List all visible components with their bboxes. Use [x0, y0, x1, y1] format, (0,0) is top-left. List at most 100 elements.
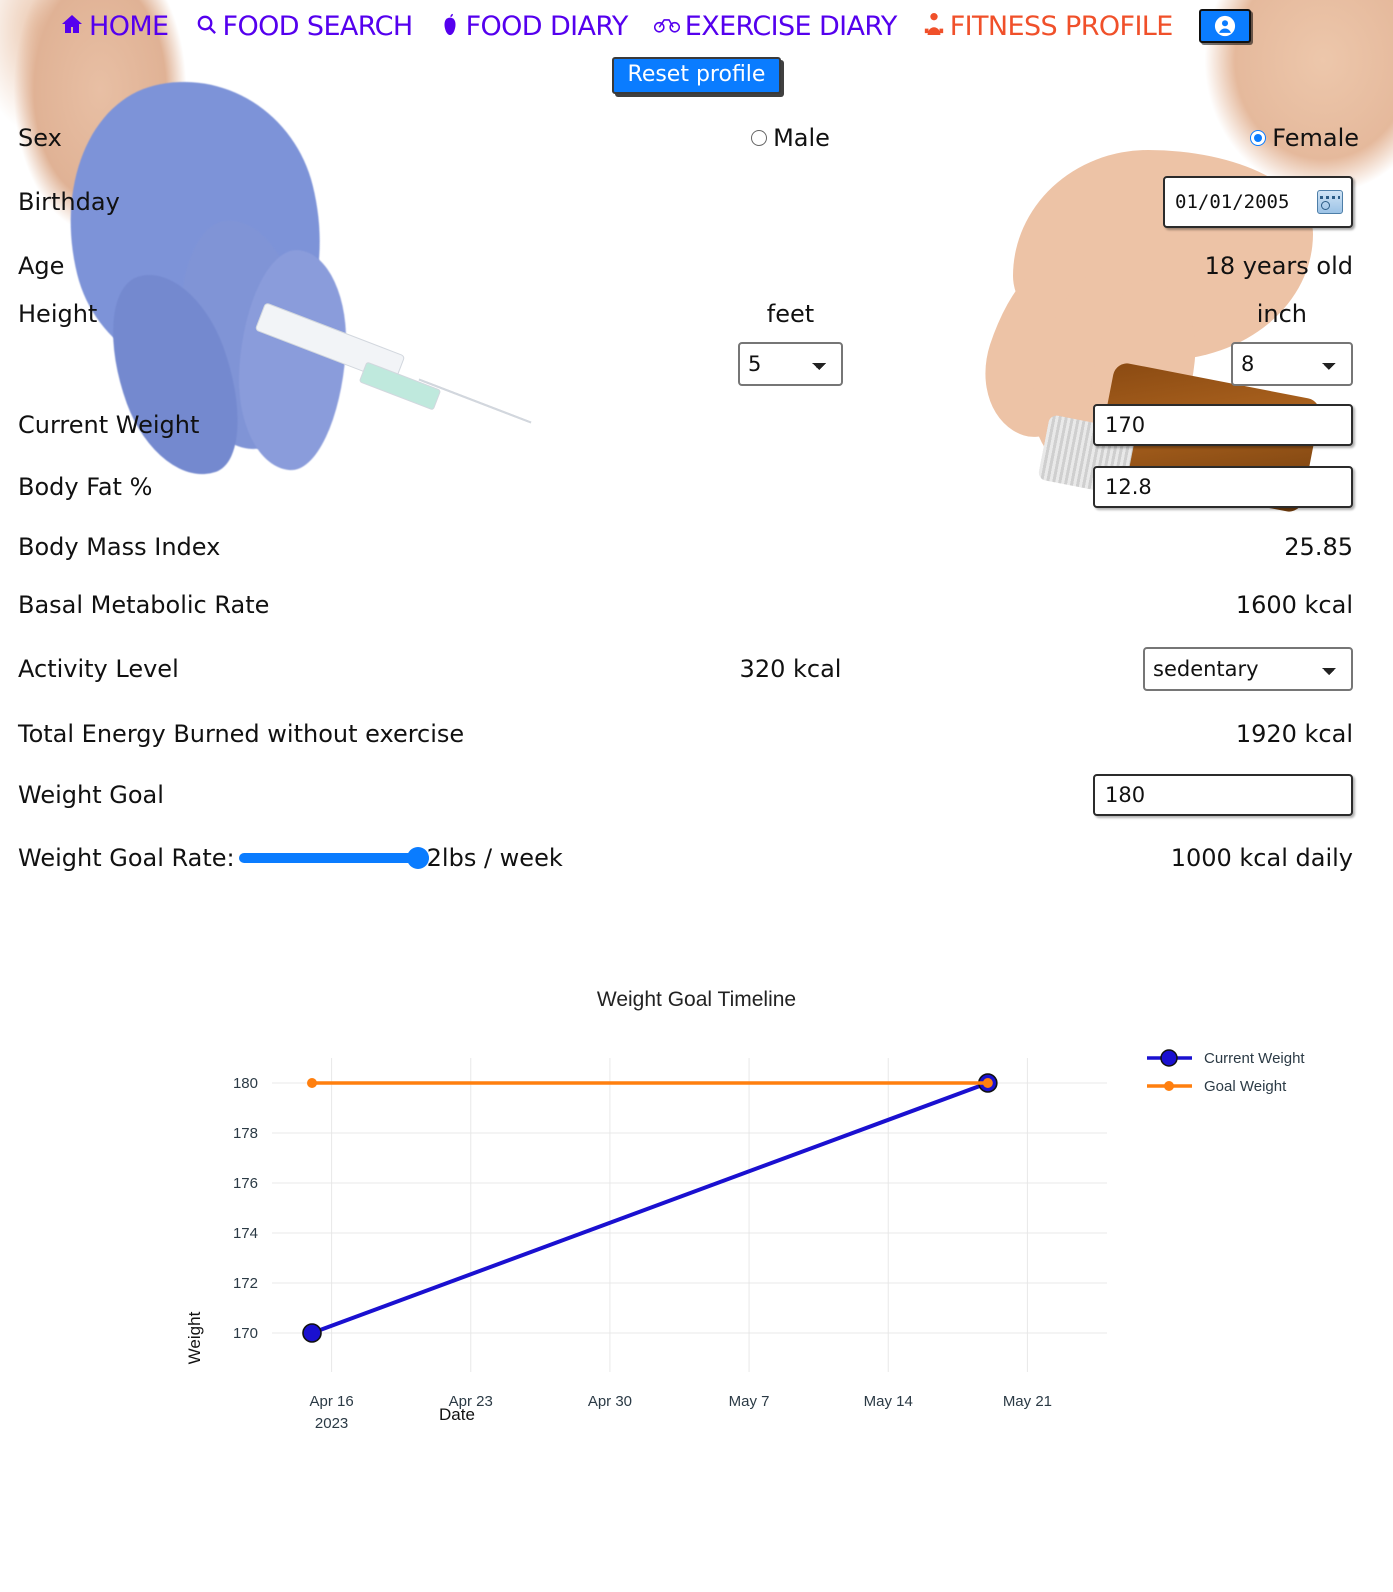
chart-title: Weight Goal Timeline — [596, 988, 797, 1011]
nav-item-exercise-diary[interactable]: EXERCISE DIARY — [653, 10, 898, 42]
label-feet: feet — [766, 300, 815, 328]
value-bmr: 1600 kcal — [1235, 591, 1353, 619]
chart-y-ticks: 170 172 174 176 178 180 — [232, 1075, 257, 1342]
weight-goal-cell — [963, 774, 1393, 816]
chart-legend: Current Weight Goal Weight — [1146, 1049, 1305, 1095]
label-inch: inch — [1256, 300, 1307, 328]
nav-item-fitness-profile[interactable]: FITNESS PROFILE — [923, 11, 1173, 42]
weight-goal-rate-cell: Weight Goal Rate: 2lbs / week — [18, 844, 618, 872]
label-age: Age — [18, 252, 65, 280]
calendar-icon[interactable] — [1317, 190, 1343, 214]
height-feet-select[interactable]: 34567 — [738, 342, 843, 386]
row-weight-goal: Weight Goal — [0, 764, 1393, 826]
weight-goal-rate-value: 2lbs / week — [426, 844, 563, 872]
chart-y-tick: 178 — [232, 1125, 257, 1142]
sex-male-option[interactable]: Male — [618, 124, 963, 152]
chart-line-current-weight — [310, 1081, 989, 1335]
chart-gridlines — [271, 1058, 1107, 1372]
row-height-selects: 34567 01234567891011 — [0, 334, 1393, 394]
weight-goal-rate-slider[interactable] — [238, 853, 429, 863]
account-circle-icon[interactable] — [1198, 9, 1251, 43]
nav-label-fitness-profile: FITNESS PROFILE — [949, 10, 1174, 42]
label-sex: Sex — [18, 124, 62, 152]
label-activity-level: Activity Level — [18, 655, 179, 683]
current-weight-input[interactable] — [1093, 404, 1353, 446]
label-male: Male — [773, 124, 830, 152]
radio-male[interactable] — [751, 130, 768, 146]
nav-item-home[interactable]: HOME — [60, 11, 169, 42]
label-body-fat: Body Fat % — [18, 473, 153, 501]
chart-series — [301, 1073, 998, 1343]
row-weight-goal-rate: Weight Goal Rate: 2lbs / week 1000 kcal … — [0, 826, 1393, 890]
row-total-energy: Total Energy Burned without exercise 192… — [0, 704, 1393, 764]
value-activity-kcal: 320 kcal — [739, 655, 842, 683]
weight-goal-input[interactable] — [1093, 774, 1353, 816]
user-fitness-icon — [923, 12, 945, 40]
nav-item-food-search[interactable]: FOOD SEARCH — [195, 11, 413, 42]
label-height: Height — [18, 300, 98, 328]
chart-y-tick: 174 — [232, 1225, 257, 1242]
chart-x-axis-label: Date — [439, 1405, 475, 1424]
chart-x-ticks: Apr 162023Apr 23 Apr 30 May 7 May 14 May 21 — [309, 1393, 1052, 1432]
row-body-fat: Body Fat % — [0, 456, 1393, 518]
height-feet-cell: 34567 — [618, 342, 963, 386]
chart-point — [306, 1078, 317, 1088]
label-female: Female — [1272, 124, 1359, 152]
birthday-value: 01/01/2005 — [1175, 191, 1290, 213]
row-activity-level: Activity Level 320 kcal sedentarylightmo… — [0, 634, 1393, 704]
chart-x-tick: Apr 30 — [587, 1393, 631, 1410]
label-bmr: Basal Metabolic Rate — [18, 591, 270, 619]
bicycle-icon — [653, 14, 680, 38]
activity-level-select[interactable]: sedentarylightmoderateactivevery active — [1143, 647, 1353, 691]
body-fat-cell — [963, 466, 1393, 508]
fitness-profile-form: Sex Male Female Birthday 01/01/2005 Age … — [0, 110, 1393, 890]
label-total-energy: Total Energy Burned without exercise — [18, 720, 465, 748]
chart-x-tick: May 14 — [863, 1393, 912, 1410]
legend-label: Current Weight — [1204, 1050, 1305, 1067]
chart-y-tick: 172 — [232, 1275, 257, 1292]
legend-label: Goal Weight — [1204, 1078, 1287, 1095]
reset-profile-button[interactable]: Reset profile — [611, 57, 782, 94]
height-inch-select[interactable]: 01234567891011 — [1231, 342, 1353, 386]
chart-x-tick: Apr 16 — [309, 1393, 353, 1410]
birthday-cell: 01/01/2005 — [963, 176, 1393, 228]
apple-icon — [439, 12, 461, 40]
label-weight-goal-rate: Weight Goal Rate: — [18, 844, 235, 872]
body-fat-input[interactable] — [1093, 466, 1353, 508]
weight-goal-timeline-chart: 170172174176178180 Apr 162023Apr 23 Apr 3… — [185, 1049, 1305, 1432]
search-icon — [195, 13, 218, 40]
label-birthday: Birthday — [18, 188, 120, 216]
birthday-input[interactable]: 01/01/2005 — [1163, 176, 1353, 228]
value-daily-kcal: 1000 kcal daily — [1170, 844, 1353, 872]
value-age: 18 years old — [1204, 252, 1353, 280]
nav-item-food-diary[interactable]: FOOD DIARY — [439, 11, 628, 42]
row-bmi: Body Mass Index 25.85 — [0, 518, 1393, 576]
chart-x-tick: May 21 — [1002, 1393, 1051, 1410]
chart-x-tick-year: 2023 — [314, 1415, 347, 1432]
value-total-energy: 1920 kcal — [1235, 720, 1353, 748]
label-bmi: Body Mass Index — [18, 533, 221, 561]
chart-y-tick: 170 — [232, 1325, 257, 1342]
weight-goal-chart-section: Weight Goal Timeline 170 172 174 176 178 180 … — [0, 988, 1393, 1508]
value-bmi: 25.85 — [1284, 533, 1353, 561]
chart-y-tick: 180 — [232, 1075, 257, 1092]
legend-marker — [1159, 1049, 1178, 1067]
row-age: Age 18 years old — [0, 238, 1393, 294]
row-current-weight: Current Weight — [0, 394, 1393, 456]
nav-label-exercise-diary: EXERCISE DIARY — [684, 10, 898, 42]
chart-y-tick: 176 — [232, 1175, 257, 1192]
legend-marker — [1163, 1081, 1174, 1091]
sex-female-option[interactable]: Female — [963, 124, 1393, 152]
row-birthday: Birthday 01/01/2005 — [0, 166, 1393, 238]
chart-x-tick: May 7 — [728, 1393, 769, 1410]
nav-label-food-search: FOOD SEARCH — [222, 10, 414, 42]
chart-point — [301, 1323, 322, 1343]
row-bmr: Basal Metabolic Rate 1600 kcal — [0, 576, 1393, 634]
radio-female[interactable] — [1250, 130, 1267, 146]
nav-label-home: HOME — [89, 10, 169, 42]
row-height-units: Height feet inch — [0, 294, 1393, 334]
label-current-weight: Current Weight — [18, 411, 200, 439]
nav-label-food-diary: FOOD DIARY — [465, 10, 629, 42]
home-icon — [60, 12, 84, 40]
current-weight-cell — [963, 404, 1393, 446]
